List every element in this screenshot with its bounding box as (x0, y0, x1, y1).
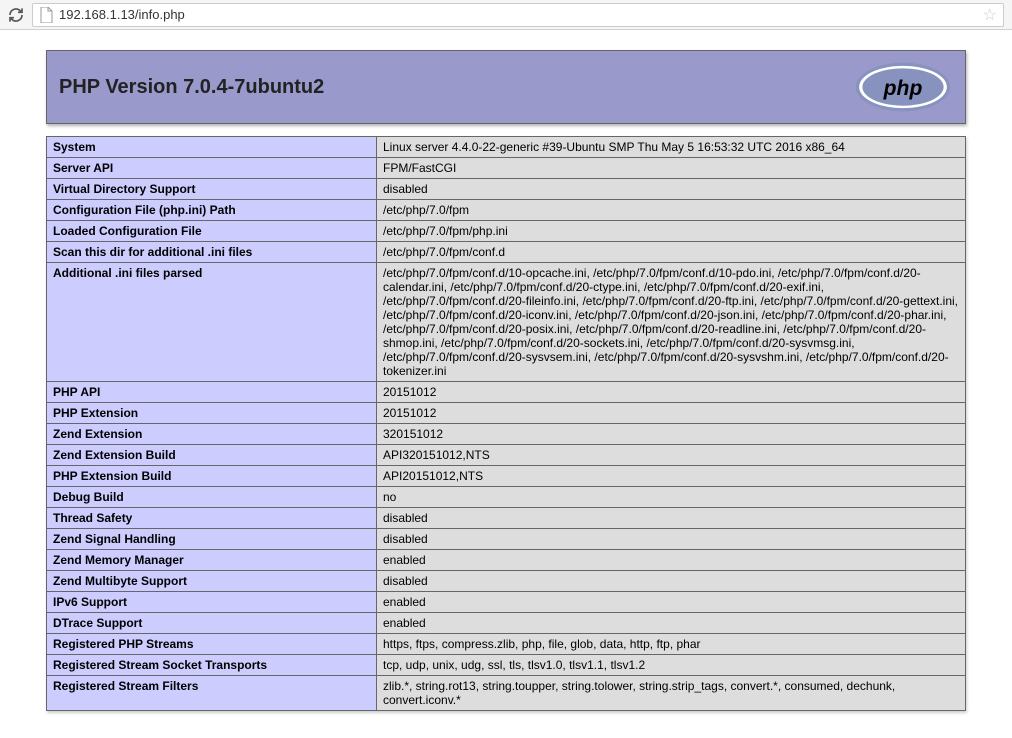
info-value: disabled (377, 508, 966, 529)
info-label: Configuration File (php.ini) Path (47, 200, 377, 221)
table-row: IPv6 Supportenabled (47, 592, 966, 613)
info-label: System (47, 137, 377, 158)
address-bar[interactable]: 192.168.1.13/info.php ☆ (32, 3, 1004, 27)
info-label: Zend Extension (47, 424, 377, 445)
info-value: no (377, 487, 966, 508)
url-text: 192.168.1.13/info.php (59, 7, 983, 22)
table-row: Zend Memory Managerenabled (47, 550, 966, 571)
info-label: Zend Multibyte Support (47, 571, 377, 592)
info-label: Debug Build (47, 487, 377, 508)
table-row: SystemLinux server 4.4.0-22-generic #39-… (47, 137, 966, 158)
info-value: API320151012,NTS (377, 445, 966, 466)
info-label: Zend Signal Handling (47, 529, 377, 550)
info-value: enabled (377, 550, 966, 571)
table-row: Registered Stream Socket Transportstcp, … (47, 655, 966, 676)
info-value: 320151012 (377, 424, 966, 445)
table-row: Configuration File (php.ini) Path/etc/ph… (47, 200, 966, 221)
info-label: Registered Stream Filters (47, 676, 377, 711)
page-icon (39, 7, 53, 23)
page-content: PHP Version 7.0.4-7ubuntu2 php SystemLin… (0, 30, 1012, 731)
info-value: /etc/php/7.0/fpm/php.ini (377, 221, 966, 242)
info-label: PHP API (47, 382, 377, 403)
php-version-title: PHP Version 7.0.4-7ubuntu2 (59, 76, 324, 99)
table-row: PHP Extension BuildAPI20151012,NTS (47, 466, 966, 487)
table-row: PHP API20151012 (47, 382, 966, 403)
info-label: Thread Safety (47, 508, 377, 529)
info-label: PHP Extension Build (47, 466, 377, 487)
info-value: disabled (377, 571, 966, 592)
table-row: Loaded Configuration File/etc/php/7.0/fp… (47, 221, 966, 242)
info-value: /etc/php/7.0/fpm (377, 200, 966, 221)
info-value: 20151012 (377, 403, 966, 424)
info-value: zlib.*, string.rot13, string.toupper, st… (377, 676, 966, 711)
info-label: Registered PHP Streams (47, 634, 377, 655)
info-value: Linux server 4.4.0-22-generic #39-Ubuntu… (377, 137, 966, 158)
table-row: DTrace Supportenabled (47, 613, 966, 634)
info-value: disabled (377, 179, 966, 200)
info-label: Registered Stream Socket Transports (47, 655, 377, 676)
info-label: IPv6 Support (47, 592, 377, 613)
info-value: /etc/php/7.0/fpm/conf.d (377, 242, 966, 263)
php-info-table: SystemLinux server 4.4.0-22-generic #39-… (46, 136, 966, 711)
info-value: API20151012,NTS (377, 466, 966, 487)
php-header: PHP Version 7.0.4-7ubuntu2 php (46, 50, 966, 124)
table-row: Scan this dir for additional .ini files/… (47, 242, 966, 263)
table-row: Zend Signal Handlingdisabled (47, 529, 966, 550)
info-value: tcp, udp, unix, udg, ssl, tls, tlsv1.0, … (377, 655, 966, 676)
info-value: https, ftps, compress.zlib, php, file, g… (377, 634, 966, 655)
info-value: FPM/FastCGI (377, 158, 966, 179)
php-logo-icon: php (853, 61, 953, 113)
info-label: Scan this dir for additional .ini files (47, 242, 377, 263)
info-value: 20151012 (377, 382, 966, 403)
table-row: Additional .ini files parsed/etc/php/7.0… (47, 263, 966, 382)
info-value: /etc/php/7.0/fpm/conf.d/10-opcache.ini, … (377, 263, 966, 382)
reload-button[interactable] (4, 3, 28, 27)
table-row: Registered PHP Streamshttps, ftps, compr… (47, 634, 966, 655)
table-row: Debug Buildno (47, 487, 966, 508)
table-row: Zend Extension BuildAPI320151012,NTS (47, 445, 966, 466)
info-value: enabled (377, 592, 966, 613)
info-label: Loaded Configuration File (47, 221, 377, 242)
info-label: Server API (47, 158, 377, 179)
info-label: PHP Extension (47, 403, 377, 424)
info-label: Zend Extension Build (47, 445, 377, 466)
info-value: disabled (377, 529, 966, 550)
table-row: Thread Safetydisabled (47, 508, 966, 529)
info-label: Zend Memory Manager (47, 550, 377, 571)
info-label: Additional .ini files parsed (47, 263, 377, 382)
info-label: DTrace Support (47, 613, 377, 634)
table-row: Zend Multibyte Supportdisabled (47, 571, 966, 592)
info-value: enabled (377, 613, 966, 634)
table-row: Virtual Directory Supportdisabled (47, 179, 966, 200)
svg-text:php: php (883, 77, 923, 100)
table-row: Server APIFPM/FastCGI (47, 158, 966, 179)
browser-toolbar: 192.168.1.13/info.php ☆ (0, 0, 1012, 30)
bookmark-star-icon[interactable]: ☆ (983, 5, 997, 25)
info-label: Virtual Directory Support (47, 179, 377, 200)
table-row: Zend Extension320151012 (47, 424, 966, 445)
table-row: PHP Extension20151012 (47, 403, 966, 424)
reload-icon (8, 7, 24, 23)
table-row: Registered Stream Filterszlib.*, string.… (47, 676, 966, 711)
